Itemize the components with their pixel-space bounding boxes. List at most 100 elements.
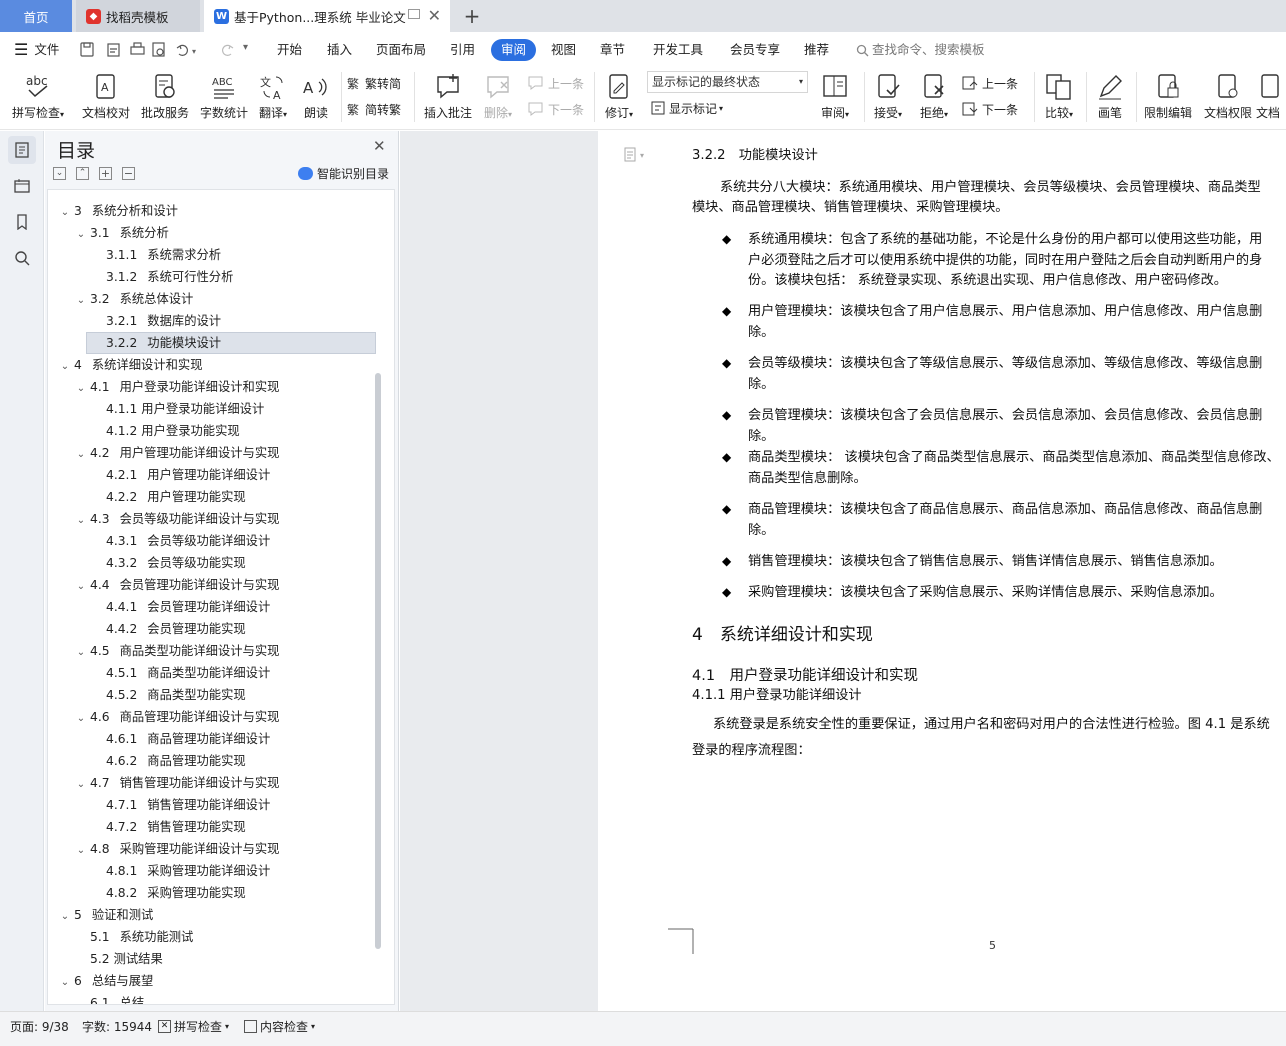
spell-check-button[interactable]: abc 拼写检查▾ <box>8 70 68 126</box>
new-tab-button[interactable]: + <box>460 0 484 32</box>
toc-item[interactable]: ⌄ 3.1 系统分析 <box>74 222 169 244</box>
toc-item[interactable]: 4.3.2 会员等级功能实现 <box>106 552 246 574</box>
chevron-down-icon[interactable]: ⌄ <box>74 576 88 598</box>
chevron-down-icon[interactable]: ⌄ <box>58 356 72 378</box>
customize-qat-icon[interactable]: ▾ <box>243 42 248 53</box>
menu-view[interactable]: 视图 <box>551 40 576 60</box>
reject-button[interactable]: 拒绝▾ <box>912 70 956 126</box>
menu-developer[interactable]: 开发工具 <box>653 40 703 60</box>
compare-button[interactable]: 比较▾ <box>1036 70 1082 126</box>
undo-icon[interactable] <box>176 44 188 56</box>
toc-item[interactable]: 4.8.1 采购管理功能详细设计 <box>106 860 270 882</box>
toc-item[interactable]: ⌄ 4.1 用户登录功能详细设计和实现 <box>74 376 280 398</box>
smart-toc-button[interactable]: 智能识别目录 <box>298 165 389 182</box>
track-changes-button[interactable]: 修订▾ <box>596 70 642 126</box>
toc-item[interactable]: 4.5.1 商品类型功能详细设计 <box>106 662 270 684</box>
toc-item[interactable]: 4.6.2 商品管理功能实现 <box>106 750 246 772</box>
bookmark-icon[interactable] <box>8 208 36 236</box>
chevron-down-icon[interactable]: ⌄ <box>74 290 88 312</box>
expand-all-icon[interactable]: ⌃ <box>76 167 89 180</box>
trad-to-simp-button[interactable]: 繁 繁转简 <box>347 72 401 94</box>
toc-item[interactable]: 4.2.1 用户管理功能详细设计 <box>106 464 270 486</box>
menu-layout[interactable]: 页面布局 <box>376 40 426 60</box>
toc-item[interactable]: ⌄ 4.5 商品类型功能详细设计与实现 <box>74 640 280 664</box>
chevron-down-icon[interactable]: ⌄ <box>74 840 88 862</box>
find-icon[interactable] <box>8 244 36 272</box>
chevron-down-icon[interactable]: ⌄ <box>58 972 72 994</box>
tab-template[interactable]: ◆ 找稻壳模板 <box>76 0 200 32</box>
next-change-button[interactable]: 下一条 <box>962 98 1018 120</box>
toc-item[interactable]: 3.2.2 功能模块设计 <box>106 332 221 354</box>
spell-check-status[interactable]: ✕ 拼写检查 ▾ <box>158 1018 229 1035</box>
toc-item[interactable]: 4.6.1 商品管理功能详细设计 <box>106 728 270 750</box>
markup-state-select[interactable]: 显示标记的最终状态 ▾ <box>647 71 808 93</box>
toc-item[interactable]: ⌄ 4.6 商品管理功能详细设计与实现 <box>74 706 280 730</box>
toc-item[interactable]: 4.1.2 用户登录功能实现 <box>106 420 240 442</box>
tab-home[interactable]: 首页 <box>0 0 72 32</box>
toc-item[interactable]: 6.1 总结 <box>90 992 144 1004</box>
demote-level-icon[interactable]: − <box>122 167 135 180</box>
toc-item[interactable]: ⌄ 4.2 用户管理功能详细设计与实现 <box>74 442 280 466</box>
menu-chapter[interactable]: 章节 <box>600 40 625 60</box>
toc-item[interactable]: 3.1.1 系统需求分析 <box>106 244 221 266</box>
simp-to-trad-button[interactable]: 繁 简转繁 <box>347 98 401 120</box>
next-comment-button[interactable]: 下一条 <box>528 98 584 120</box>
prev-comment-button[interactable]: 上一条 <box>528 72 584 94</box>
command-search[interactable]: 查找命令、搜索模板 <box>856 40 985 60</box>
accept-button[interactable]: 接受▾ <box>866 70 910 126</box>
toc-item[interactable]: ⌄ 5 验证和测试 <box>58 904 154 928</box>
toc-item[interactable]: ⌄ 4.8 采购管理功能详细设计与实现 <box>74 838 280 862</box>
export-pdf-icon[interactable] <box>107 43 120 57</box>
toc-item[interactable]: 4.5.2 商品类型功能实现 <box>106 684 246 706</box>
prev-change-button[interactable]: 上一条 <box>962 72 1018 94</box>
toc-item[interactable]: 4.7.2 销售管理功能实现 <box>106 816 246 838</box>
toc-item[interactable]: ⌄ 4.7 销售管理功能详细设计与实现 <box>74 772 280 794</box>
toc-item[interactable]: 5.2 测试结果 <box>90 948 163 970</box>
review-pane-button[interactable]: 审阅▾ <box>812 70 858 126</box>
collapse-all-icon[interactable]: ⌄ <box>53 167 66 180</box>
toc-item[interactable]: ⌄ 4.3 会员等级功能详细设计与实现 <box>74 508 280 532</box>
menu-start[interactable]: 开始 <box>277 40 302 60</box>
promote-level-icon[interactable]: + <box>99 167 112 180</box>
chevron-down-icon[interactable]: ⌄ <box>74 224 88 246</box>
word-count-status[interactable]: 字数: 15944 <box>82 1018 152 1035</box>
delete-comment-button[interactable]: 删除▾ <box>470 70 526 126</box>
word-count-button[interactable]: ABC 字数统计 <box>194 70 254 126</box>
close-icon[interactable]: ✕ <box>373 137 386 155</box>
chevron-down-icon[interactable]: ⌄ <box>74 444 88 466</box>
toc-item[interactable]: ⌄ 3.2 系统总体设计 <box>74 288 194 312</box>
toc-item[interactable]: ⌄ 3 系统分析和设计 <box>58 200 178 222</box>
chevron-down-icon[interactable]: ⌄ <box>58 906 72 928</box>
toc-item[interactable]: 4.3.1 会员等级功能详细设计 <box>106 530 270 552</box>
chevron-down-icon[interactable]: ⌄ <box>74 510 88 532</box>
toc-item[interactable]: ⌄ 4 系统详细设计和实现 <box>58 354 203 376</box>
paragraph-menu-icon[interactable]: ▾ <box>624 147 650 163</box>
menu-reference[interactable]: 引用 <box>450 40 475 60</box>
toc-item[interactable]: ⌄ 6 总结与展望 <box>58 970 154 994</box>
menu-recommend[interactable]: 推荐 <box>804 40 829 60</box>
close-tab-icon[interactable]: ✕ <box>428 6 441 25</box>
doc-more-button[interactable]: 文档 <box>1256 70 1286 126</box>
read-aloud-button[interactable]: A 朗读 <box>293 70 339 126</box>
toc-item[interactable]: 5.1 系统功能测试 <box>90 926 193 948</box>
toc-item[interactable]: 4.4.2 会员管理功能实现 <box>106 618 246 640</box>
translate-button[interactable]: 文A 翻译▾ <box>246 70 300 126</box>
doc-rights-button[interactable]: 文档权限 <box>1198 70 1258 126</box>
tab-document[interactable]: W 基于Python...理系统 毕业论文 ✕ <box>204 0 450 32</box>
print-icon[interactable] <box>130 46 145 55</box>
insert-comment-button[interactable]: 插入批注 <box>418 70 478 126</box>
page-indicator[interactable]: 页面: 9/38 <box>10 1018 69 1035</box>
chevron-down-icon[interactable]: ⌄ <box>58 202 72 224</box>
toc-item[interactable]: 4.1.1 用户登录功能详细设计 <box>106 398 264 420</box>
chevron-down-icon[interactable]: ⌄ <box>74 708 88 730</box>
redo-icon[interactable] <box>222 44 234 56</box>
toc-item[interactable]: ⌄ 4.4 会员管理功能详细设计与实现 <box>74 574 280 598</box>
file-menu[interactable]: ☰ 文件 <box>14 40 59 60</box>
menu-insert[interactable]: 插入 <box>327 40 352 60</box>
toc-scrollbar[interactable] <box>375 373 381 949</box>
chapter-nav-icon[interactable] <box>8 172 36 200</box>
chevron-down-icon[interactable]: ⌄ <box>74 642 88 664</box>
toc-item[interactable]: 4.8.2 采购管理功能实现 <box>106 882 246 904</box>
batch-service-button[interactable]: 批改服务 <box>135 70 195 126</box>
toc-item[interactable]: 4.7.1 销售管理功能详细设计 <box>106 794 270 816</box>
